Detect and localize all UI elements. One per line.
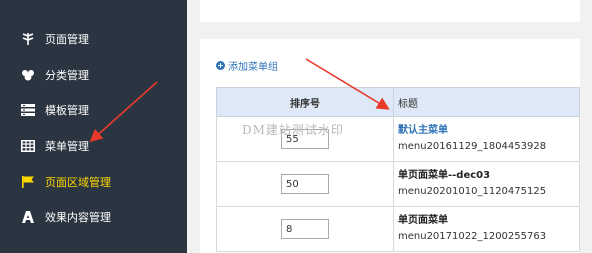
- sidebar: 页面管理 分类管理 模板管理 菜单管理 页面区域管理 效果内容管理: [0, 0, 187, 253]
- column-header-title: 标题: [393, 87, 580, 117]
- sidebar-item-effect-content-management[interactable]: 效果内容管理: [0, 199, 187, 235]
- table-row: 单页面菜单--dec03 menu20201010_1120475125: [216, 161, 580, 207]
- sidebar-item-label: 分类管理: [45, 69, 89, 82]
- menu-table: 排序号 标题 默认主菜单 menu20161129_1804453928 单页面…: [216, 87, 580, 252]
- sidebar-item-template-management[interactable]: 模板管理: [0, 92, 187, 128]
- watermark-text: DM建站测试水印: [242, 123, 344, 137]
- flag-icon: [20, 174, 36, 190]
- add-menu-group-label: 添加菜单组: [228, 62, 278, 73]
- menu-code: menu20201010_1120475125: [398, 186, 547, 197]
- menu-code: menu20171022_1200255763: [398, 231, 547, 242]
- sidebar-item-label: 模板管理: [45, 104, 89, 117]
- template-icon: [20, 102, 36, 118]
- order-input[interactable]: [281, 174, 329, 194]
- order-input[interactable]: [281, 219, 329, 239]
- menu-title-link[interactable]: 默认主菜单: [398, 123, 578, 139]
- table-row: 单页面菜单 menu20171022_1200255763: [216, 206, 580, 252]
- leaf-icon: [20, 31, 36, 47]
- people-icon: [20, 67, 36, 83]
- sidebar-item-label: 菜单管理: [45, 140, 89, 153]
- effect-icon: [20, 209, 36, 225]
- column-header-order: 排序号: [216, 87, 394, 117]
- top-panel: [200, 0, 580, 22]
- sidebar-item-label: 页面管理: [45, 33, 89, 46]
- sidebar-item-label: 页面区域管理: [45, 176, 111, 189]
- sidebar-item-page-management[interactable]: 页面管理: [0, 21, 187, 57]
- menu-title: 单页面菜单: [398, 215, 448, 226]
- sidebar-item-category-management[interactable]: 分类管理: [0, 57, 187, 93]
- menu-title: 单页面菜单--dec03: [398, 170, 491, 181]
- sidebar-item-page-region-management[interactable]: 页面区域管理: [0, 164, 187, 200]
- sidebar-item-menu-management[interactable]: 菜单管理: [0, 128, 187, 164]
- add-menu-group-link[interactable]: + 添加菜单组: [216, 58, 278, 73]
- plus-circle-icon: +: [216, 61, 225, 70]
- menu-code: menu20161129_1804453928: [398, 141, 547, 152]
- sidebar-item-label: 效果内容管理: [45, 211, 111, 224]
- table-icon: [20, 138, 36, 154]
